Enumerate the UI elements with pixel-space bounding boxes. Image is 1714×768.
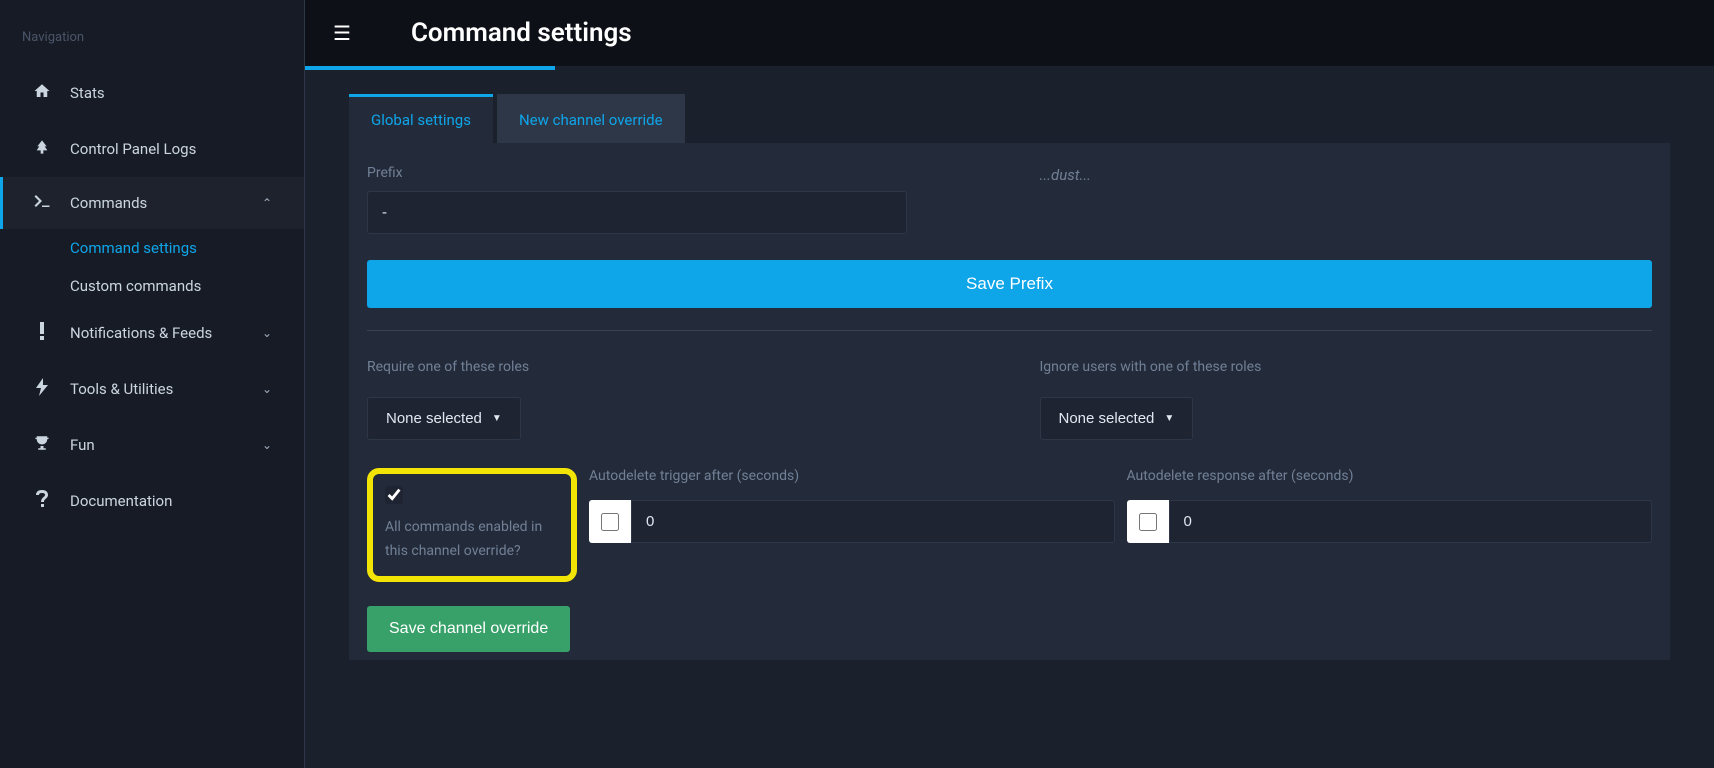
sidebar-item-docs[interactable]: Documentation (0, 473, 304, 529)
chevron-down-icon: ⌄ (262, 382, 272, 396)
tree-icon (32, 138, 52, 160)
highlight-annotation: All commands enabled in this channel ove… (367, 468, 577, 582)
save-override-button[interactable]: Save channel override (367, 606, 570, 652)
content: Global settings New channel override Pre… (305, 70, 1714, 768)
dropdown-value: None selected (1059, 410, 1155, 427)
all-commands-label: All commands enabled in this channel ove… (385, 516, 559, 564)
exclaim-icon (32, 322, 52, 344)
checkbox-addon (589, 500, 631, 543)
page-title: Command settings (411, 18, 632, 48)
hamburger-icon[interactable]: ☰ (333, 21, 351, 45)
sidebar-item-tools[interactable]: Tools & Utilities ⌄ (0, 361, 304, 417)
autodelete-response-label: Autodelete response after (seconds) (1127, 468, 1653, 484)
question-icon (32, 490, 52, 512)
require-roles-label: Require one of these roles (367, 359, 980, 375)
autodelete-response-input[interactable] (1169, 500, 1653, 543)
main-area: ☰ Command settings Global settings New c… (305, 0, 1714, 768)
sidebar-item-label: Documentation (70, 492, 272, 510)
all-commands-checkbox[interactable] (385, 486, 403, 504)
sidebar-item-commands[interactable]: Commands ⌃ (0, 177, 304, 229)
tabs: Global settings New channel override (349, 94, 1670, 143)
sidebar-sub-custom-commands[interactable]: Custom commands (0, 267, 304, 305)
sidebar-item-label: Stats (70, 84, 272, 102)
bolt-icon (32, 378, 52, 400)
save-prefix-button[interactable]: Save Prefix (367, 260, 1652, 308)
nav-header: Navigation (0, 0, 304, 65)
autodelete-trigger-label: Autodelete trigger after (seconds) (589, 468, 1115, 484)
trophy-icon (32, 434, 52, 456)
topbar: ☰ Command settings (305, 0, 1714, 70)
prefix-label: Prefix (367, 165, 980, 181)
ignore-roles-label: Ignore users with one of these roles (1040, 359, 1653, 375)
autodelete-trigger-checkbox[interactable] (601, 513, 619, 531)
chevron-down-icon: ⌄ (262, 326, 272, 340)
caret-down-icon: ▼ (1164, 413, 1174, 424)
autodelete-trigger-input[interactable] (631, 500, 1115, 543)
sidebar-item-label: Commands (70, 194, 262, 212)
sidebar-item-label: Fun (70, 436, 262, 454)
dropdown-value: None selected (386, 410, 482, 427)
require-roles-dropdown[interactable]: None selected ▼ (367, 397, 521, 440)
home-icon (32, 82, 52, 104)
sidebar-item-stats[interactable]: Stats (0, 65, 304, 121)
sidebar: Navigation Stats Control Panel Logs Comm… (0, 0, 305, 768)
sidebar-item-label: Notifications & Feeds (70, 324, 262, 342)
dust-text: ...dust... (1040, 164, 1092, 184)
chevron-down-icon: ⌄ (262, 438, 272, 452)
ignore-roles-dropdown[interactable]: None selected ▼ (1040, 397, 1194, 440)
sidebar-item-logs[interactable]: Control Panel Logs (0, 121, 304, 177)
sidebar-sub-command-settings[interactable]: Command settings (0, 229, 304, 267)
caret-down-icon: ▼ (492, 413, 502, 424)
sidebar-item-label: Control Panel Logs (70, 140, 272, 158)
sidebar-item-label: Tools & Utilities (70, 380, 262, 398)
tab-global-settings[interactable]: Global settings (349, 94, 493, 143)
terminal-icon (32, 194, 52, 212)
chevron-up-icon: ⌃ (262, 196, 272, 210)
tab-new-channel-override[interactable]: New channel override (497, 94, 685, 143)
checkbox-addon (1127, 500, 1169, 543)
divider (367, 330, 1652, 331)
autodelete-response-checkbox[interactable] (1139, 513, 1157, 531)
settings-panel: Prefix ...dust... Save Prefix Require on… (349, 143, 1670, 660)
sidebar-item-fun[interactable]: Fun ⌄ (0, 417, 304, 473)
sidebar-item-notifications[interactable]: Notifications & Feeds ⌄ (0, 305, 304, 361)
prefix-input[interactable] (367, 191, 907, 234)
